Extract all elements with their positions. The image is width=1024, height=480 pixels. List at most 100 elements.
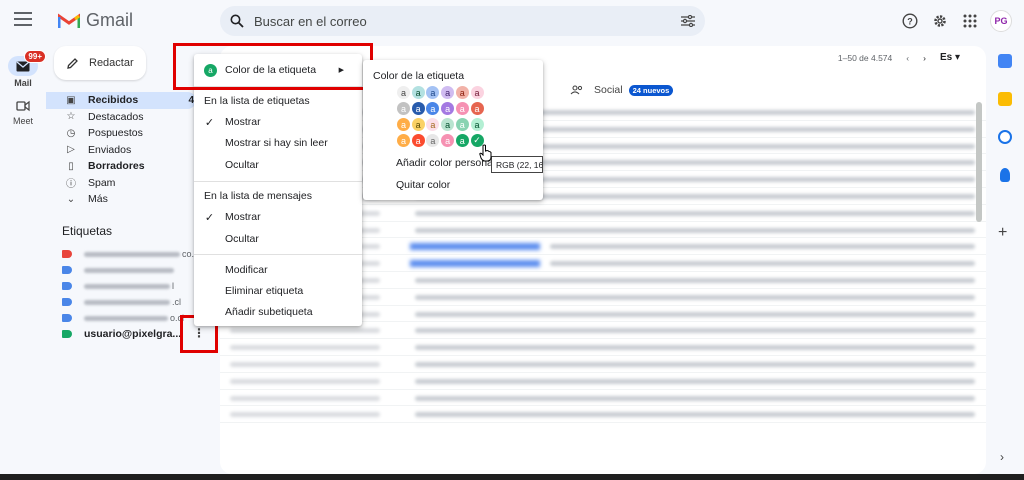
- sidebar-nav: ▣ Recibidos 4 ☆ Destacados ◷ Pospuestos …: [46, 92, 196, 208]
- sidebar-item-snoozed[interactable]: ◷ Pospuestos: [46, 125, 196, 142]
- star-icon: ☆: [66, 111, 76, 123]
- account-avatar[interactable]: PG: [990, 10, 1012, 32]
- color-swatch[interactable]: a: [397, 102, 410, 115]
- sidebar-item-more[interactable]: ⌄ Más: [46, 191, 196, 208]
- prev-page-icon[interactable]: ‹: [906, 53, 909, 63]
- color-swatch[interactable]: a: [455, 134, 469, 147]
- sidebar-item-drafts[interactable]: ▯ Borradores: [46, 158, 196, 175]
- menu-item-show-messages[interactable]: ✓ Mostrar: [194, 208, 362, 226]
- menu-item-delete-label[interactable]: Eliminar etiqueta: [194, 282, 362, 300]
- label-tag-icon: [62, 298, 72, 306]
- sidebar-item-inbox[interactable]: ▣ Recibidos 4: [46, 92, 196, 109]
- tab-social[interactable]: Social 24 nuevos: [570, 84, 674, 96]
- side-panel-rail: + ›: [990, 46, 1020, 474]
- inbox-icon: ▣: [66, 94, 76, 106]
- menu-item-hide-messages[interactable]: Ocultar: [194, 230, 362, 248]
- color-swatch[interactable]: a: [411, 118, 425, 131]
- mail-row[interactable]: [220, 373, 986, 390]
- sidebar-item-spam[interactable]: ⓘ Spam: [46, 175, 196, 192]
- color-swatch[interactable]: a: [441, 118, 455, 131]
- mail-row[interactable]: [220, 390, 986, 407]
- rail-mail[interactable]: 99+ Mail: [0, 50, 46, 88]
- remove-color[interactable]: Quitar color: [396, 179, 450, 191]
- tab-social-badge: 24 nuevos: [628, 84, 674, 96]
- sidebar-item-starred[interactable]: ☆ Destacados: [46, 109, 196, 126]
- search-bar[interactable]: Buscar en el correo: [220, 6, 705, 36]
- color-swatch[interactable]: a: [411, 102, 425, 115]
- search-icon[interactable]: [230, 14, 244, 28]
- input-tools-button[interactable]: Es ▾: [940, 52, 960, 63]
- color-swatch[interactable]: a: [441, 102, 455, 115]
- sidebar-item-label: Enviados: [88, 143, 132, 156]
- check-icon: ✓: [204, 116, 215, 129]
- label-item-selected[interactable]: usuario@pixelgra...: [62, 326, 181, 342]
- mail-row[interactable]: [220, 406, 986, 424]
- label-item[interactable]: l: [62, 278, 174, 294]
- menu-item-show-unread[interactable]: Mostrar si hay sin leer: [194, 134, 362, 152]
- clock-icon: ◷: [66, 127, 76, 139]
- sidebar-item-label: Spam: [88, 176, 116, 189]
- submenu-title: Color de la etiqueta: [373, 70, 465, 82]
- label-tag-icon: [62, 314, 72, 322]
- mail-row[interactable]: [220, 339, 986, 356]
- color-swatch[interactable]: a: [397, 86, 410, 99]
- label-item[interactable]: [62, 262, 174, 278]
- draft-icon: ▯: [68, 160, 74, 172]
- label-item[interactable]: co.c: [62, 246, 199, 262]
- label-item[interactable]: o.cl: [62, 310, 184, 326]
- color-swatch[interactable]: a: [411, 86, 425, 99]
- color-swatch[interactable]: a: [455, 86, 469, 99]
- contacts-icon[interactable]: [1000, 168, 1010, 182]
- color-swatch[interactable]: a: [441, 134, 455, 147]
- people-icon: [570, 85, 583, 95]
- taskbar-strip: [0, 474, 1024, 480]
- color-swatch[interactable]: a: [470, 102, 484, 115]
- scrollbar[interactable]: [976, 102, 982, 222]
- keep-icon[interactable]: [998, 92, 1012, 106]
- color-swatch[interactable]: a: [455, 118, 469, 131]
- label-context-menu: a Color de la etiqueta ▶ En la lista de …: [194, 54, 362, 326]
- menu-item-edit[interactable]: Modificar: [194, 261, 362, 279]
- menu-item-hide[interactable]: Ocultar: [194, 156, 362, 174]
- color-swatch[interactable]: a: [426, 134, 440, 147]
- pagination-toolbar: 1–50 de 4.574 ‹ › Es ▾: [838, 52, 960, 63]
- color-swatch[interactable]: a: [426, 102, 440, 115]
- add-addon-icon[interactable]: +: [998, 224, 1007, 242]
- expand-panel-icon[interactable]: ›: [1000, 450, 1004, 464]
- label-name-suffix: l: [172, 281, 174, 291]
- spam-icon: ⓘ: [66, 179, 76, 191]
- menu-item-add-sublabel[interactable]: Añadir subetiqueta: [194, 303, 362, 321]
- color-swatch[interactable]: a: [397, 134, 410, 147]
- search-options-icon[interactable]: [681, 15, 695, 27]
- label-tag-icon: [62, 330, 72, 338]
- gmail-m-icon: [58, 12, 80, 28]
- color-swatch[interactable]: a: [426, 86, 440, 99]
- color-swatch[interactable]: a: [397, 118, 410, 131]
- label-tag-icon: [62, 250, 72, 258]
- mail-row[interactable]: [220, 356, 986, 373]
- tab-social-label: Social: [594, 84, 623, 96]
- color-swatch[interactable]: a: [411, 134, 425, 147]
- color-swatch[interactable]: a: [470, 86, 484, 99]
- calendar-icon[interactable]: [998, 54, 1012, 68]
- apps-grid-icon[interactable]: [960, 11, 980, 31]
- compose-label: Redactar: [89, 57, 134, 69]
- search-input[interactable]: Buscar en el correo: [254, 14, 681, 29]
- compose-button[interactable]: Redactar: [54, 46, 146, 80]
- color-swatch[interactable]: a: [426, 118, 440, 131]
- label-item[interactable]: .cl: [62, 294, 181, 310]
- tasks-icon[interactable]: [998, 130, 1012, 144]
- next-page-icon[interactable]: ›: [923, 53, 926, 63]
- menu-item-show[interactable]: ✓ Mostrar: [194, 113, 362, 131]
- rail-meet-label: Meet: [12, 116, 33, 126]
- help-icon[interactable]: ?: [900, 11, 920, 31]
- menu-section-header: En la lista de mensajes: [204, 190, 312, 202]
- color-swatch[interactable]: a: [470, 118, 484, 131]
- settings-gear-icon[interactable]: [930, 11, 950, 31]
- color-swatch[interactable]: a: [455, 102, 469, 115]
- rail-meet[interactable]: Meet: [0, 100, 46, 126]
- sidebar-item-sent[interactable]: ▷ Enviados: [46, 142, 196, 159]
- main-menu-icon[interactable]: [14, 12, 32, 28]
- color-swatch[interactable]: a: [441, 86, 455, 99]
- gmail-logo[interactable]: Gmail: [58, 10, 133, 31]
